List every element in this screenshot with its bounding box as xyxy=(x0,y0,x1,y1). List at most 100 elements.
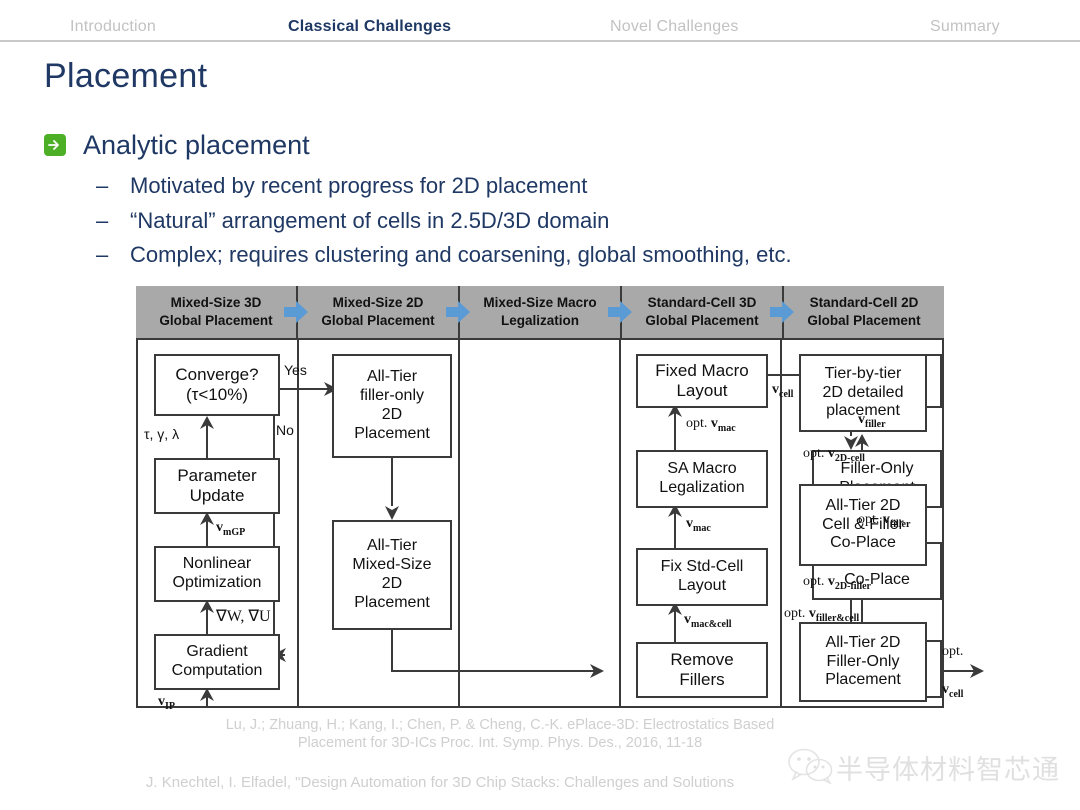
node-line: Nonlinear xyxy=(182,555,252,573)
bullet-level1: Analytic placement xyxy=(44,130,944,166)
edge-line xyxy=(391,458,393,506)
vector-subscript: filler&cell xyxy=(815,612,860,624)
header-line-1: Mixed-Size 2D xyxy=(332,295,424,311)
node-line: Gradient xyxy=(186,643,248,661)
nav-item-summary[interactable]: Summary xyxy=(930,14,1070,40)
flow-header-cell-5: Standard-Cell 2D Global Placement xyxy=(784,286,944,338)
node-line: (τ<10%) xyxy=(186,385,248,404)
node-line: 2D xyxy=(381,406,403,423)
edge-label-opt-v2dfiller: opt. v2D-filler xyxy=(803,572,871,592)
header-line-2: Legalization xyxy=(500,313,579,328)
node-fix-std-cell-layout[interactable]: Fix Std-Cell Layout xyxy=(636,548,768,606)
stage-arrow-icon xyxy=(608,301,632,323)
green-arrow-icon xyxy=(44,134,66,156)
edge-line xyxy=(391,630,393,670)
node-sa-macro-legalization[interactable]: SA Macro Legalization xyxy=(636,450,768,508)
vector-symbol: v xyxy=(882,512,890,527)
node-line: All-Tier xyxy=(366,368,418,386)
top-navigation: Introduction Classical Challenges Novel … xyxy=(0,14,1080,42)
arrowhead-right-icon xyxy=(590,664,604,678)
node-line: Fillers xyxy=(679,670,725,689)
edge-label-vip: vIP xyxy=(158,692,175,712)
node-remove-fillers[interactable]: Remove Fillers xyxy=(636,642,768,698)
column-separator-2 xyxy=(458,340,460,706)
vector-subscript: cell xyxy=(949,688,964,700)
node-line: SA Macro xyxy=(667,460,737,478)
vector-subscript: filler xyxy=(889,518,911,530)
edge-opt-prefix: opt. xyxy=(803,446,828,461)
wechat-icon xyxy=(788,748,833,784)
vector-symbol: v xyxy=(808,606,816,621)
arrowhead-up-icon xyxy=(200,600,214,613)
edge-label-vmgp: vmGP xyxy=(216,518,245,538)
arrowhead-up-icon xyxy=(200,688,214,701)
edge-label-no: No xyxy=(276,422,294,438)
node-parameter-update[interactable]: Parameter Update xyxy=(154,458,280,514)
node-line: filler-only xyxy=(359,387,424,405)
edge-no-vertical xyxy=(273,388,275,656)
node-line: Placement xyxy=(825,671,901,689)
edge-opt-prefix: opt. xyxy=(942,644,964,659)
edge-label-yes: Yes xyxy=(284,362,307,378)
node-line: Optimization xyxy=(172,574,262,591)
node-nonlinear-optimization[interactable]: Nonlinear Optimization xyxy=(154,546,280,602)
slide: Introduction Classical Challenges Novel … xyxy=(0,0,1080,810)
vector-subscript: mGP xyxy=(223,526,246,538)
stage-arrow-icon xyxy=(446,301,470,323)
column-separator-1 xyxy=(297,340,299,706)
edge-opt-prefix: opt. xyxy=(803,574,828,589)
node-converge[interactable]: Converge? (τ<10%) xyxy=(154,354,280,416)
nav-item-novel-challenges[interactable]: Novel Challenges xyxy=(610,14,810,40)
nav-item-classical-challenges[interactable]: Classical Challenges xyxy=(288,14,518,40)
node-line: Co-Place xyxy=(830,534,896,552)
header-line-1: Mixed-Size Macro xyxy=(483,295,597,311)
node-line: Layout xyxy=(677,577,727,594)
node-line: Remove xyxy=(670,649,734,669)
sub-bullet-text: Complex; requires clustering and coarsen… xyxy=(130,242,792,267)
node-line: Placement xyxy=(354,424,430,442)
sub-bullet-dash: – xyxy=(96,242,109,267)
node-line: 2D detailed xyxy=(822,383,904,401)
node-line: Converge? xyxy=(175,364,259,384)
node-line: Legalization xyxy=(659,479,745,496)
node-line: All-Tier xyxy=(366,537,418,555)
node-line: 2D xyxy=(381,575,403,592)
vector-subscript: 2D-filler xyxy=(834,580,871,592)
vector-symbol: v xyxy=(827,574,835,589)
vector-subscript: IP xyxy=(165,700,175,712)
node-line: Mixed-Size xyxy=(352,556,432,574)
node-all-tier-filler-only-2d[interactable]: All-Tier filler-only 2D Placement xyxy=(332,354,452,458)
arrowhead-down-icon xyxy=(385,506,399,520)
header-line-1: Mixed-Size 3D xyxy=(170,295,262,311)
flow-header-row: Mixed-Size 3D Global Placement Mixed-Siz… xyxy=(136,286,944,340)
vector-symbol: v xyxy=(686,516,693,531)
nav-item-introduction[interactable]: Introduction xyxy=(70,14,230,40)
vector-subscript: filler xyxy=(865,418,886,430)
vector-symbol: v xyxy=(216,520,223,535)
edge-label-vcell2: vcell xyxy=(942,680,963,700)
edge-line xyxy=(391,670,596,672)
sub-bullet-dash: – xyxy=(96,208,109,233)
watermark-text: 半导体材料智芯通 xyxy=(836,755,1060,786)
vector-subscript: 2D-cell xyxy=(834,452,865,464)
arrowhead-up-icon xyxy=(200,512,214,525)
node-gradient-computation[interactable]: Gradient Computation xyxy=(154,634,280,690)
vector-symbol: v xyxy=(827,446,835,461)
vector-symbol: v xyxy=(710,416,718,431)
node-all-tier-mixed-size-2d[interactable]: All-Tier Mixed-Size 2D Placement xyxy=(332,520,452,630)
vector-symbol: v xyxy=(684,612,691,627)
node-line: Filler-Only xyxy=(826,652,900,670)
vector-subscript: mac xyxy=(717,422,736,434)
header-line-1: Standard-Cell 3D xyxy=(647,295,757,311)
node-line: Fixed Macro xyxy=(655,360,749,380)
flow-header-cell-1: Mixed-Size 3D Global Placement xyxy=(136,286,308,338)
arrowhead-up-icon xyxy=(200,416,214,429)
node-fixed-macro-layout[interactable]: Fixed Macro Layout xyxy=(636,354,768,408)
edge-opt-prefix: opt. xyxy=(686,416,711,431)
node-line: All-Tier 2D xyxy=(825,633,901,651)
header-line-2: Global Placement xyxy=(321,313,435,328)
edge-label-opt-vmac: opt. vmac xyxy=(686,414,736,434)
edge-label-opt-vfiller: opt. vfiller xyxy=(858,510,910,530)
header-line-2: Global Placement xyxy=(159,313,273,328)
node-all-tier-2d-filler-only-placement[interactable]: All-Tier 2D Filler-Only Placement xyxy=(799,622,927,702)
